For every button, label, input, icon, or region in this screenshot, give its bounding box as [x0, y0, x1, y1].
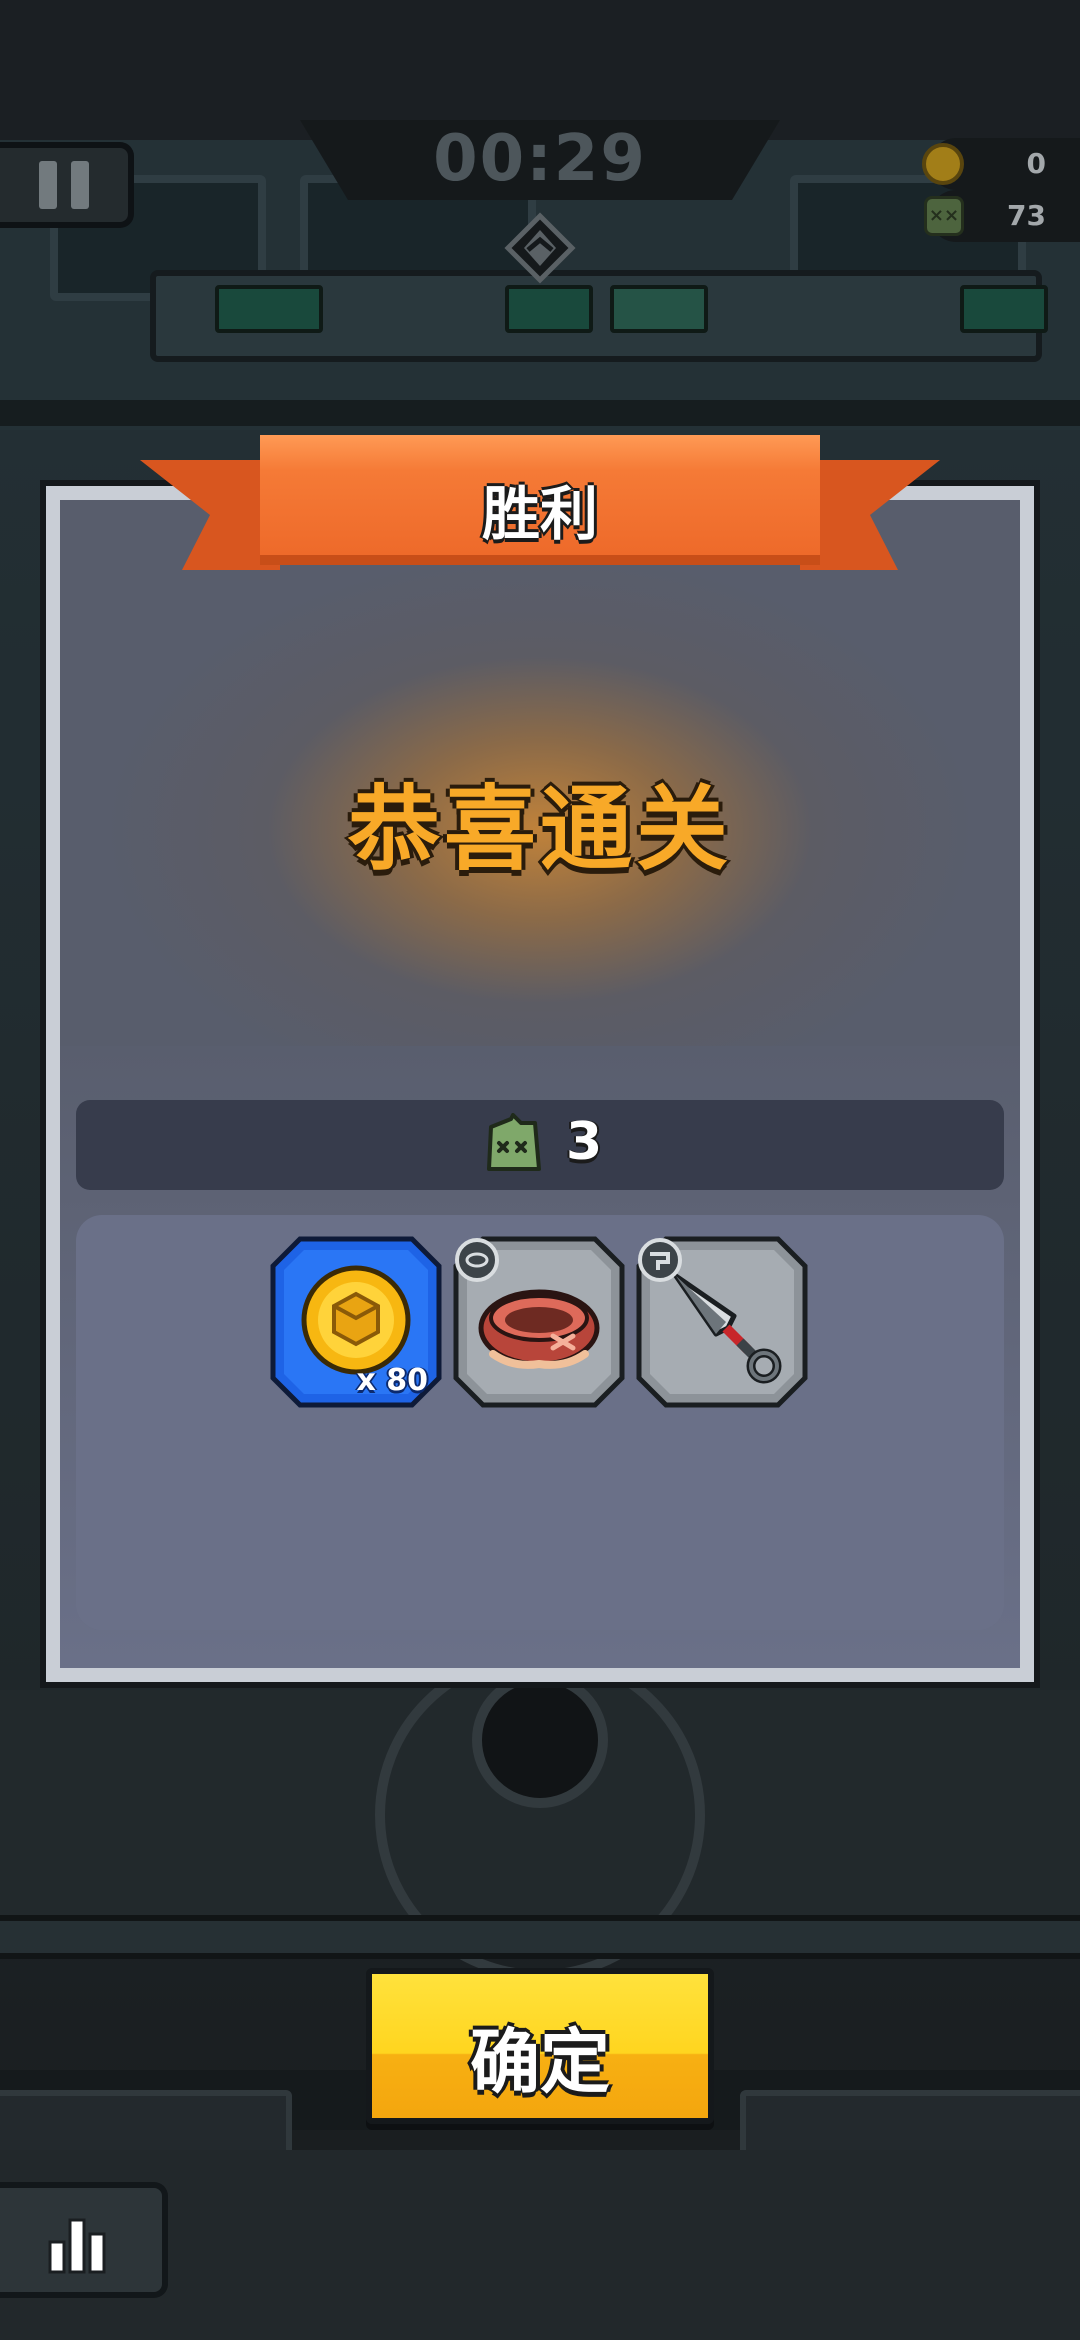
confirm-button[interactable]: 确定: [366, 1968, 714, 2124]
reward-item-coin[interactable]: x 80: [270, 1236, 442, 1408]
level-cleared-headline: 恭喜通关: [347, 776, 732, 883]
kill-count: 3: [566, 1112, 603, 1172]
ribbon-body: 胜利: [260, 435, 820, 565]
bar-chart-icon: [48, 2218, 106, 2274]
confirm-label: 确定: [470, 2021, 610, 2103]
reward-quantity: x 80: [356, 1363, 428, 1398]
collar-icon: [453, 1236, 625, 1408]
game-screen: 00:29 0 ×× 73 胜利 恭喜通关 3 x 80 确定: [0, 0, 1080, 2340]
title-ribbon: 胜利: [140, 425, 940, 595]
kill-summary-bar: 3: [76, 1100, 1004, 1190]
victory-title: 胜利: [481, 480, 598, 548]
zombie-head-icon: [487, 1113, 541, 1171]
reward-item-kunai[interactable]: [636, 1236, 808, 1408]
stats-button[interactable]: [0, 2182, 168, 2298]
reward-item-collar[interactable]: [453, 1236, 625, 1408]
kunai-icon: [636, 1236, 808, 1408]
